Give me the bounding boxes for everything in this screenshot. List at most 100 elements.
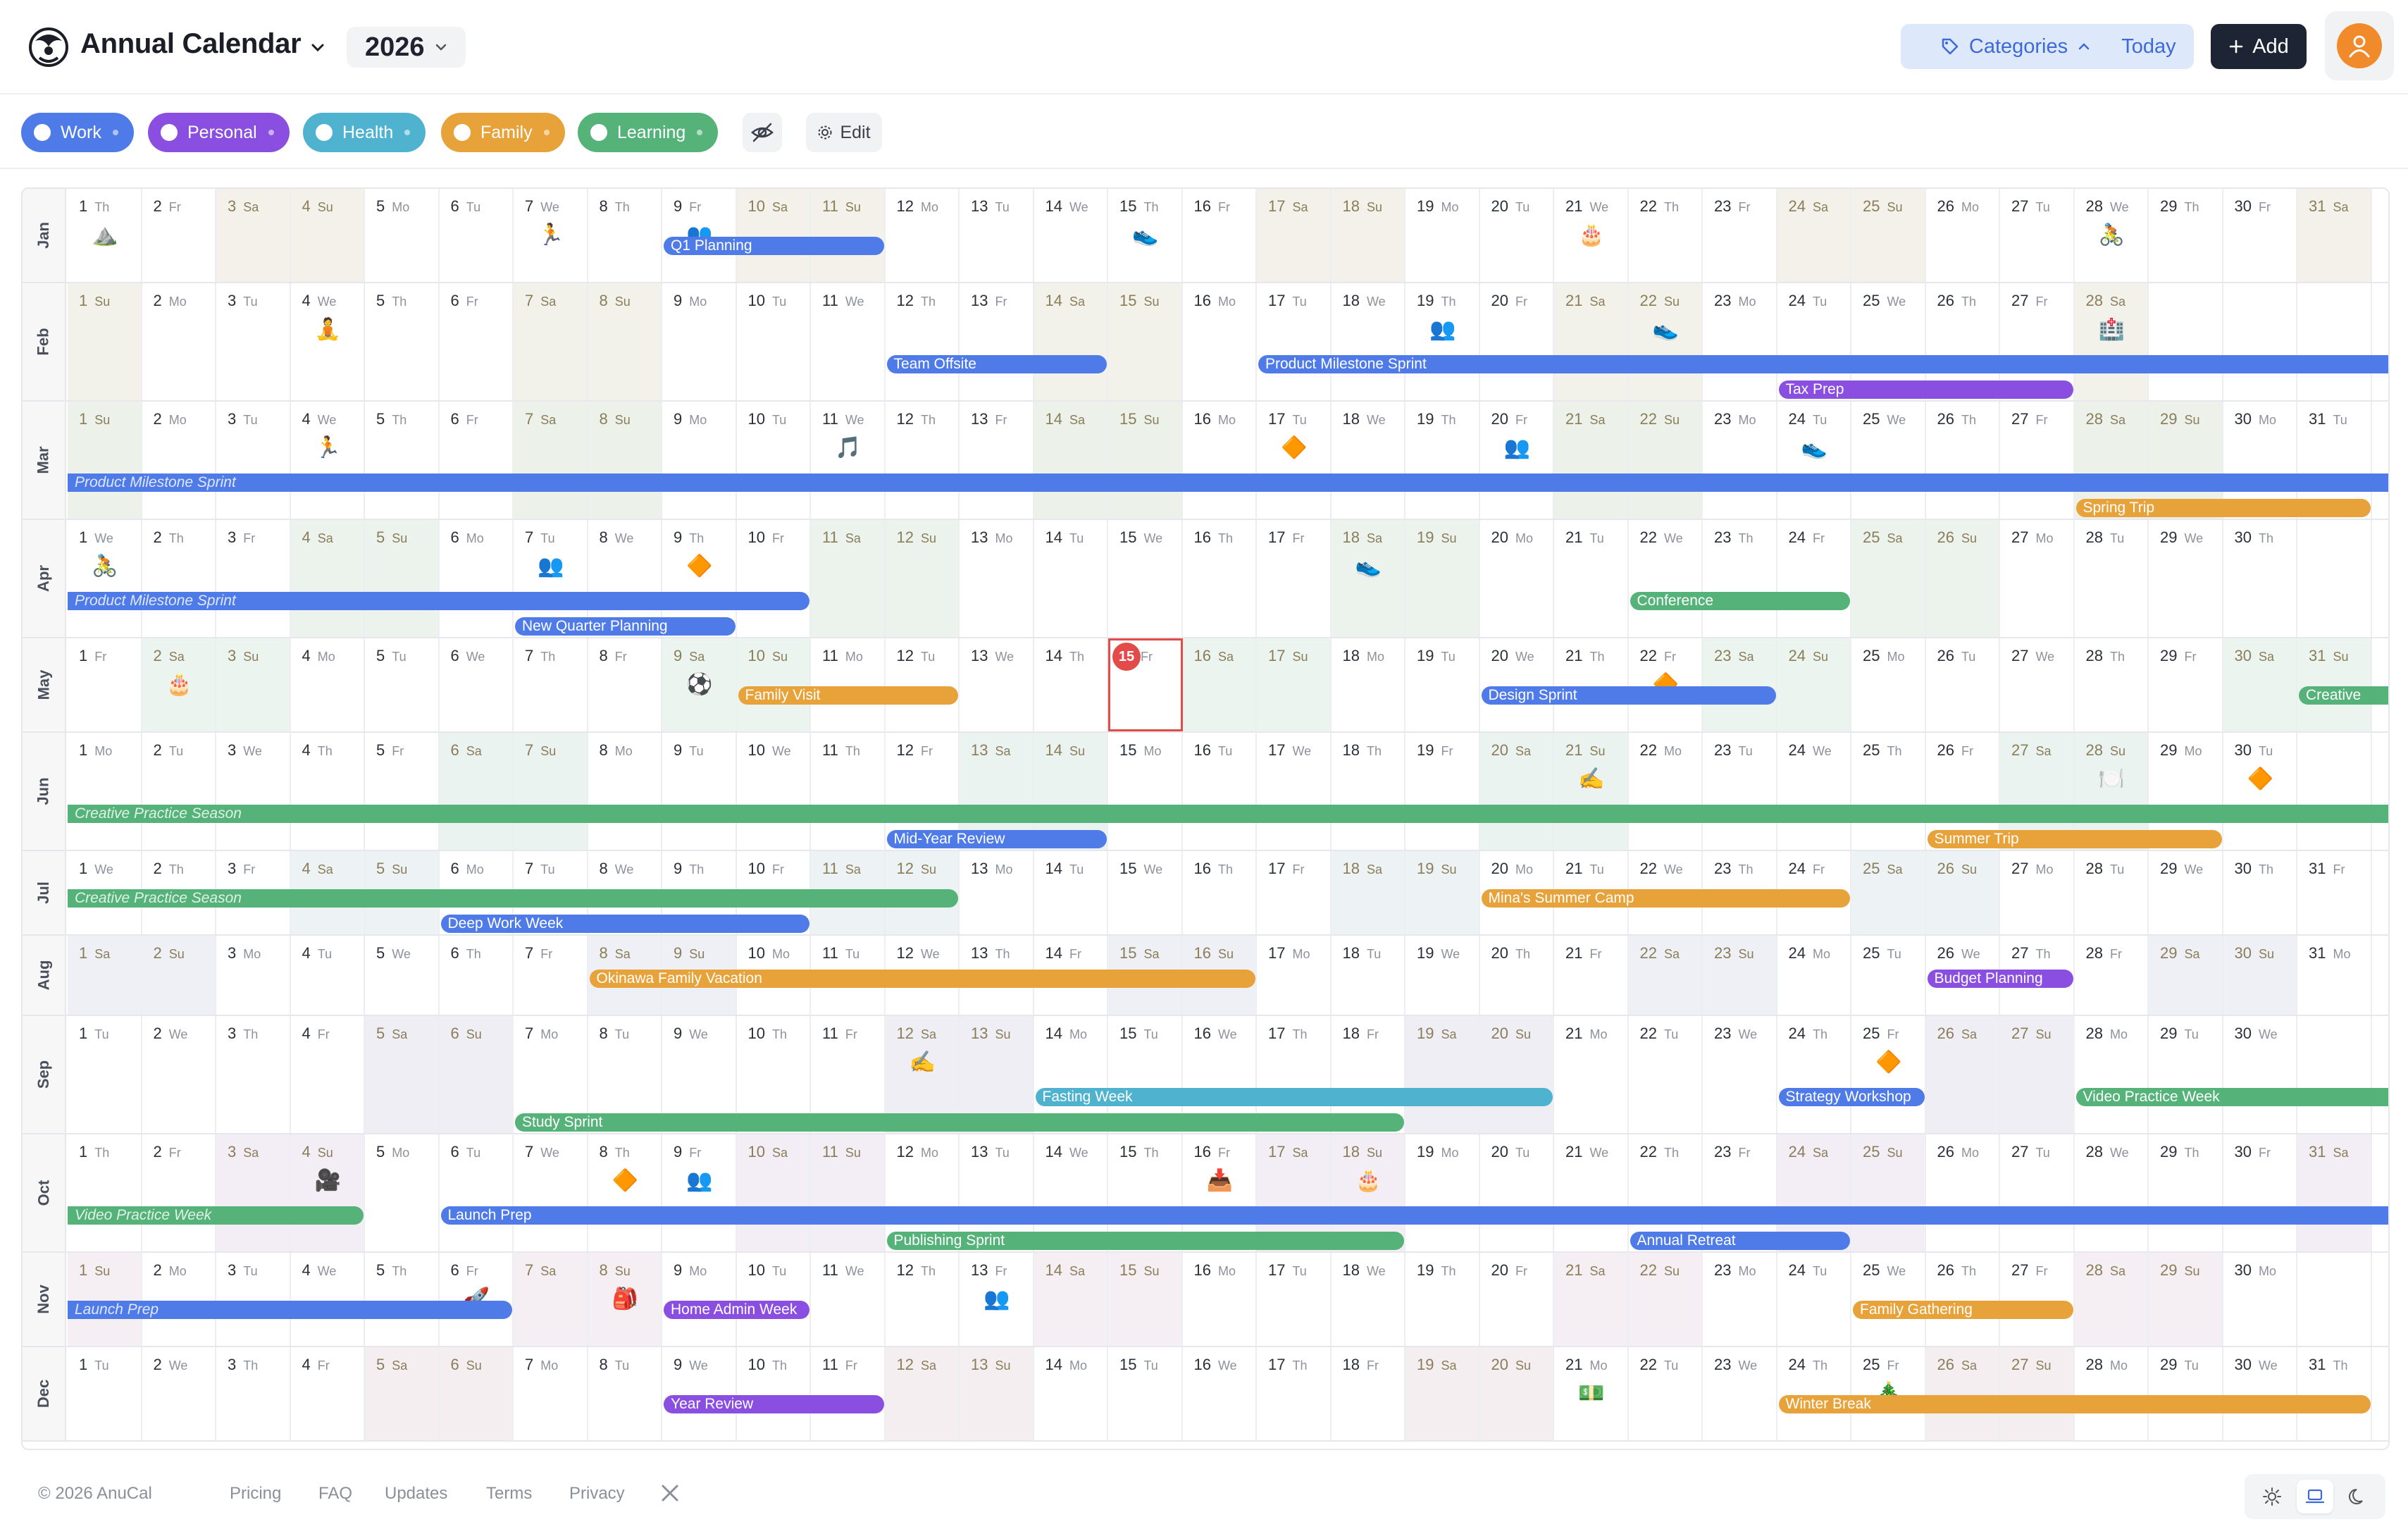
day-cell[interactable]: 28 Tu bbox=[2075, 851, 2149, 934]
dark-theme-option[interactable] bbox=[2340, 1480, 2376, 1513]
day-cell[interactable]: 1 Sa bbox=[68, 936, 142, 1015]
day-cell[interactable]: 25 Su bbox=[1851, 1134, 1926, 1251]
day-cell[interactable]: 21 Mo bbox=[1554, 1016, 1629, 1133]
day-cell[interactable]: 22 Su bbox=[1628, 402, 1703, 519]
day-cell[interactable]: 25 Sa bbox=[1851, 851, 1926, 934]
day-cell[interactable]: 6 Tu bbox=[440, 189, 514, 282]
day-cell[interactable]: 16 Fr bbox=[1183, 189, 1257, 282]
event-bar[interactable]: Launch Prep bbox=[440, 1206, 2388, 1225]
day-cell[interactable]: 23 Su bbox=[1703, 936, 1777, 1015]
day-cell[interactable]: 16 Mo bbox=[1183, 402, 1257, 519]
day-cell[interactable]: 10 Tu bbox=[737, 283, 811, 400]
event-bar[interactable]: Conference bbox=[1630, 592, 1850, 610]
category-chip-personal[interactable]: Personal bbox=[148, 113, 290, 152]
day-cell[interactable]: 3 Th bbox=[216, 1016, 291, 1133]
event-bar[interactable]: Okinawa Family Vacation bbox=[589, 970, 1255, 988]
day-cell[interactable]: 6 Tu bbox=[440, 1134, 514, 1251]
day-cell[interactable]: 6 Sa bbox=[439, 733, 514, 850]
event-bar[interactable]: Creative bbox=[2299, 686, 2388, 705]
day-cell[interactable]: 29 Th bbox=[2149, 1134, 2223, 1251]
day-cell[interactable]: 12 Th bbox=[886, 402, 960, 519]
day-cell[interactable]: 6 Mo bbox=[440, 520, 514, 637]
event-icon[interactable]: 👥 bbox=[514, 554, 588, 578]
day-cell[interactable]: 21 Sa bbox=[1554, 283, 1629, 400]
day-cell[interactable]: 22 Su bbox=[1628, 1253, 1703, 1346]
day-cell[interactable]: 3 Fr bbox=[216, 520, 291, 637]
chevron-down-icon[interactable] bbox=[310, 39, 325, 55]
day-cell[interactable]: 18 We bbox=[1332, 1253, 1405, 1346]
day-cell[interactable]: 27 Fr bbox=[2000, 402, 2075, 519]
day-cell[interactable]: 27 Tu bbox=[2000, 1134, 2075, 1251]
day-cell[interactable]: 13 Tu bbox=[960, 189, 1034, 282]
event-bar[interactable]: Mina's Summer Camp bbox=[1481, 889, 1850, 908]
day-cell[interactable]: 14 Tu bbox=[1034, 851, 1108, 934]
day-cell[interactable]: 11 We bbox=[811, 1253, 886, 1346]
day-cell[interactable]: 19 We bbox=[1405, 936, 1480, 1015]
day-cell[interactable]: 21 We bbox=[1554, 1134, 1629, 1251]
footer-link-updates[interactable]: Updates bbox=[385, 1484, 447, 1504]
day-cell[interactable]: 19 Su bbox=[1405, 520, 1480, 637]
day-cell[interactable]: 23 Mo bbox=[1703, 402, 1777, 519]
day-cell[interactable]: 1 Su bbox=[68, 1253, 142, 1346]
day-cell[interactable]: 15 We bbox=[1108, 851, 1183, 934]
day-cell[interactable]: 23 Fr bbox=[1703, 189, 1777, 282]
footer-link-pricing[interactable]: Pricing bbox=[230, 1484, 281, 1504]
day-cell[interactable]: 14 Mo bbox=[1034, 1347, 1108, 1440]
day-cell[interactable]: 26 Mo bbox=[1926, 1134, 2000, 1251]
day-cell[interactable]: 22 Mo bbox=[1629, 733, 1703, 850]
day-cell[interactable]: 7 Mo bbox=[514, 1347, 588, 1440]
day-cell[interactable]: 5 Th bbox=[365, 1253, 440, 1346]
day-cell[interactable]: 30 Th bbox=[2223, 851, 2297, 934]
day-cell[interactable]: 20 Fr bbox=[1480, 283, 1554, 400]
day-cell[interactable]: 4 Fr bbox=[291, 1347, 365, 1440]
category-chip-work[interactable]: Work bbox=[21, 113, 134, 152]
day-cell[interactable]: 30 Mo bbox=[2223, 1253, 2297, 1346]
event-bar[interactable]: Year Review bbox=[664, 1395, 884, 1413]
day-cell[interactable]: 28 Th bbox=[2075, 638, 2149, 731]
day-cell[interactable]: 10 Fr bbox=[737, 520, 811, 637]
day-cell[interactable]: 2 We bbox=[142, 1347, 216, 1440]
day-cell[interactable]: 29 We bbox=[2149, 851, 2223, 934]
year-select[interactable]: 2026 bbox=[347, 27, 466, 68]
day-cell[interactable]: 15 Su bbox=[1108, 283, 1183, 400]
event-bar[interactable]: Launch Prep bbox=[68, 1301, 512, 1319]
day-cell[interactable]: 18 Mo bbox=[1332, 638, 1405, 731]
day-cell[interactable]: 22 Sa bbox=[1628, 936, 1703, 1015]
event-icon[interactable]: ✍️ bbox=[1554, 767, 1629, 791]
day-cell[interactable]: 25 Tu bbox=[1851, 936, 1926, 1015]
day-cell[interactable]: 11 We bbox=[811, 283, 886, 400]
event-icon[interactable]: 🚴 bbox=[68, 554, 142, 578]
day-cell[interactable]: 10 Tu bbox=[737, 1253, 811, 1346]
day-cell[interactable]: 8 Th bbox=[588, 1134, 662, 1251]
day-cell[interactable]: 8 Fr bbox=[588, 638, 662, 731]
day-cell[interactable]: 30 We bbox=[2223, 1016, 2297, 1133]
event-bar[interactable]: Spring Trip bbox=[2075, 499, 2371, 517]
day-cell[interactable]: 3 Sa bbox=[216, 1134, 291, 1251]
day-cell[interactable]: 2 Su bbox=[142, 936, 216, 1015]
day-cell[interactable]: 18 We bbox=[1332, 402, 1405, 519]
day-cell[interactable]: 18 Th bbox=[1332, 733, 1405, 850]
day-cell[interactable]: 27 We bbox=[2000, 638, 2075, 731]
day-cell[interactable]: 16 Sa bbox=[1182, 638, 1257, 731]
event-icon[interactable]: 🧘 bbox=[291, 317, 366, 342]
day-cell[interactable]: 20 Su bbox=[1479, 1016, 1554, 1133]
footer-link-privacy[interactable]: Privacy bbox=[569, 1484, 625, 1504]
category-chip-family[interactable]: Family bbox=[441, 113, 565, 152]
event-icon[interactable]: 📥 bbox=[1183, 1168, 1258, 1193]
day-cell[interactable]: 28 We bbox=[2075, 1134, 2149, 1251]
day-cell[interactable]: 1 Mo bbox=[68, 733, 142, 850]
day-cell[interactable]: 22 Tu bbox=[1629, 1347, 1703, 1440]
event-bar[interactable]: Study Sprint bbox=[515, 1113, 1404, 1132]
day-cell[interactable]: 30 Su bbox=[2223, 936, 2297, 1015]
day-cell[interactable]: 16 Th bbox=[1183, 851, 1257, 934]
event-icon[interactable]: 🎥 bbox=[291, 1168, 366, 1193]
day-cell[interactable]: 26 Sa bbox=[1925, 1347, 2000, 1440]
day-cell[interactable]: 16 Tu bbox=[1183, 733, 1257, 850]
day-cell[interactable]: 21 Sa bbox=[1554, 402, 1629, 519]
event-icon[interactable]: 👥 bbox=[960, 1287, 1034, 1311]
day-cell[interactable]: 5 Tu bbox=[365, 638, 440, 731]
day-cell[interactable]: 31 Mo bbox=[2297, 936, 2372, 1015]
day-cell[interactable]: 27 Mo bbox=[2000, 851, 2075, 934]
day-cell[interactable]: 30 Fr bbox=[2223, 189, 2297, 282]
day-cell[interactable]: 15 Fr bbox=[1108, 638, 1183, 731]
